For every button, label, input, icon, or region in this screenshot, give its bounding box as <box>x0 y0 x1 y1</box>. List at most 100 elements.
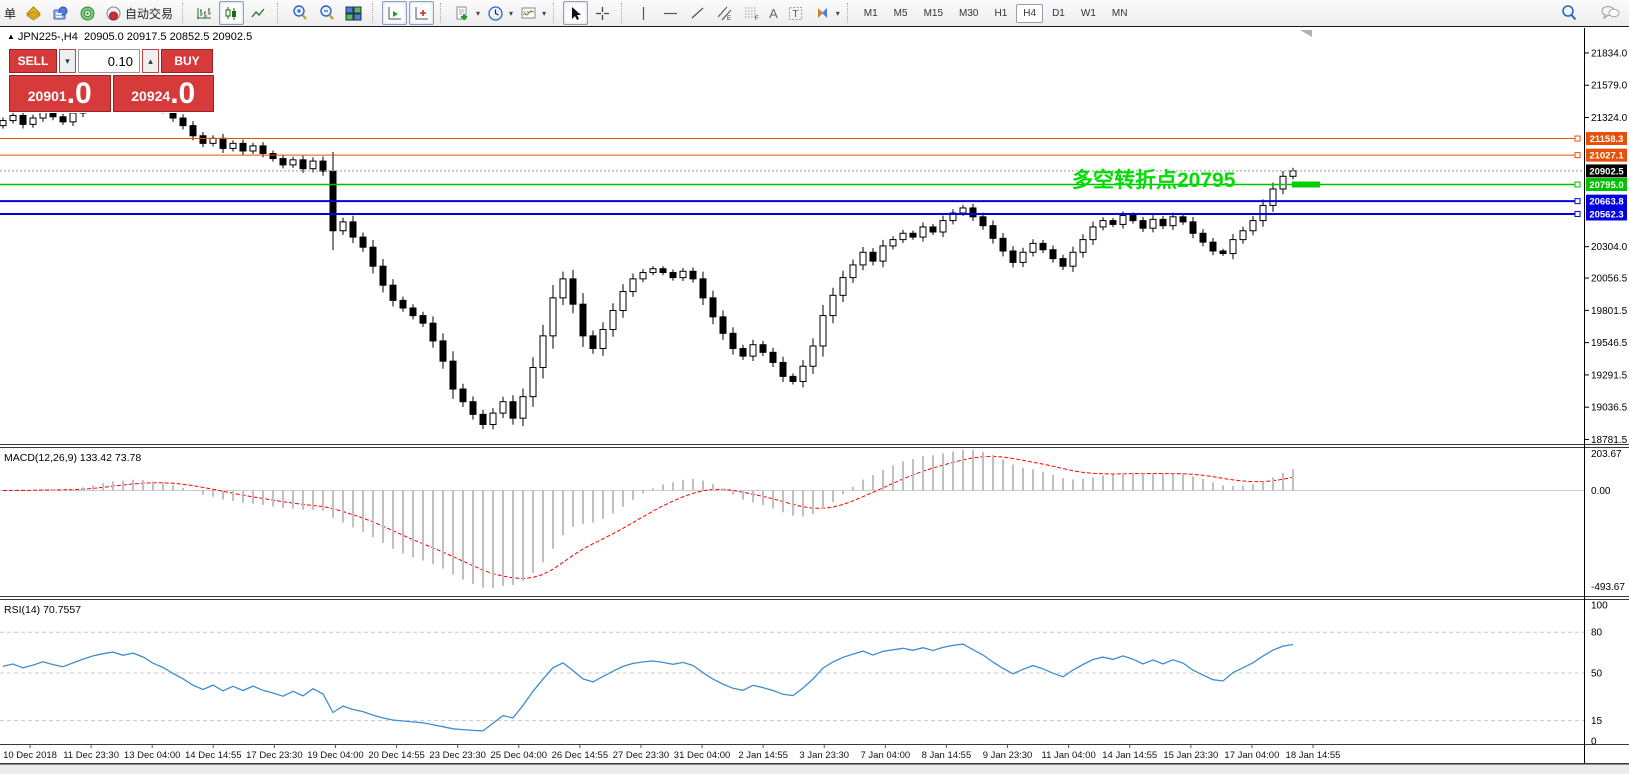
tile-windows-button[interactable] <box>341 1 366 25</box>
candle-body <box>780 362 786 376</box>
candle-body <box>230 143 236 148</box>
candle-body <box>630 279 636 292</box>
lot-size-input[interactable] <box>78 49 140 73</box>
timeframe-M1[interactable]: M1 <box>857 4 885 23</box>
timeframe-H4[interactable]: H4 <box>1016 4 1043 23</box>
templates-caret[interactable]: ▾ <box>542 9 546 18</box>
lot-decrease-button[interactable]: ▾ <box>59 49 76 73</box>
order-book-icon[interactable] <box>21 1 46 25</box>
candle-body <box>1100 221 1106 227</box>
line-handle <box>1575 136 1580 141</box>
timeframe-M30[interactable]: M30 <box>952 4 985 23</box>
candle-body <box>320 161 326 171</box>
candle-body <box>640 273 646 279</box>
text-label-tool[interactable]: T <box>783 1 808 25</box>
toolbar-separator <box>440 3 444 23</box>
zoom-in-button[interactable] <box>287 1 312 25</box>
indicators-caret[interactable]: ▾ <box>476 9 480 18</box>
svg-text:19291.5: 19291.5 <box>1591 370 1628 381</box>
buy-button[interactable]: BUY <box>161 49 213 73</box>
horizontal-line-tool[interactable] <box>658 1 683 25</box>
timeframe-MN[interactable]: MN <box>1105 4 1135 23</box>
chat-icon[interactable] <box>1597 1 1622 25</box>
chart-shift-marker <box>1300 30 1312 37</box>
candle-body <box>210 138 216 143</box>
new-order-button[interactable]: 单 <box>1 1 19 25</box>
candle-body <box>1050 250 1056 259</box>
svg-text:20902.5: 20902.5 <box>1589 166 1624 177</box>
fibonacci-tool[interactable]: F <box>739 1 764 25</box>
svg-text:2 Jan 14:55: 2 Jan 14:55 <box>738 750 788 761</box>
timeframe-H1[interactable]: H1 <box>987 4 1014 23</box>
candle-body <box>580 304 586 336</box>
candle-body <box>790 376 796 381</box>
candle-body <box>570 279 576 304</box>
autoscroll-button[interactable] <box>382 1 407 25</box>
svg-text:20795.0: 20795.0 <box>1589 180 1623 191</box>
candle-body <box>750 345 756 356</box>
timeframe-M5[interactable]: M5 <box>887 4 915 23</box>
svg-text:T: T <box>792 9 798 20</box>
candle-body <box>1090 227 1096 240</box>
search-icon[interactable] <box>1556 1 1581 25</box>
templates-button[interactable] <box>516 1 541 25</box>
equidistant-channel-tool[interactable]: E <box>712 1 737 25</box>
signals-icon[interactable] <box>75 1 100 25</box>
one-click-trading-panel: SELL ▾ ▴ BUY 20901.0 20924.0 <box>8 48 215 113</box>
candle-body <box>410 308 416 316</box>
zoom-out-button[interactable] <box>314 1 339 25</box>
timeframe-W1[interactable]: W1 <box>1074 4 1103 23</box>
candle-body <box>380 266 386 285</box>
line-handle <box>1575 182 1580 187</box>
toolbar-separator <box>372 3 376 23</box>
candle-body <box>350 222 356 237</box>
buy-price-button[interactable]: 20924.0 <box>113 75 215 112</box>
crosshair-button[interactable] <box>590 1 615 25</box>
lot-increase-button[interactable]: ▴ <box>142 49 159 73</box>
candle-body <box>1190 222 1196 233</box>
market-watch-icon[interactable] <box>48 1 73 25</box>
timeframe-M15[interactable]: M15 <box>917 4 950 23</box>
candle-body <box>610 311 616 330</box>
candle-body <box>1220 251 1226 254</box>
candle-body <box>960 208 966 213</box>
autotrading-button[interactable]: 自动交易 <box>101 2 177 24</box>
timeframe-D1[interactable]: D1 <box>1045 4 1072 23</box>
cursor-button[interactable] <box>563 1 588 25</box>
svg-text:19546.5: 19546.5 <box>1591 338 1628 349</box>
periods-button[interactable] <box>483 1 508 25</box>
indicators-button[interactable] <box>450 1 475 25</box>
candle-body <box>1140 221 1146 229</box>
rsi-line <box>3 644 1293 731</box>
chart-canvas[interactable]: 21834.021579.021324.020304.020056.519801… <box>0 27 1629 774</box>
svg-text:15: 15 <box>1591 716 1603 727</box>
macd-pane <box>0 456 1584 578</box>
candle-body <box>660 269 666 273</box>
candle-body <box>890 240 896 246</box>
vertical-line-tool[interactable] <box>631 1 656 25</box>
line-chart-button[interactable] <box>246 1 271 25</box>
candle-body <box>1170 217 1176 226</box>
candlesticks <box>0 84 1296 430</box>
candle-body <box>690 271 696 279</box>
svg-text:7 Jan 04:00: 7 Jan 04:00 <box>861 750 911 761</box>
candle-body <box>680 271 686 277</box>
periods-caret[interactable]: ▾ <box>509 9 513 18</box>
candle-body <box>460 389 466 402</box>
bar-chart-button[interactable] <box>192 1 217 25</box>
text-tool[interactable]: A <box>766 1 781 25</box>
arrows-tool[interactable] <box>810 1 835 25</box>
svg-text:10 Dec 2018: 10 Dec 2018 <box>3 750 57 761</box>
candle-body <box>850 265 856 278</box>
chart-shift-button[interactable] <box>409 1 434 25</box>
arrows-caret[interactable]: ▾ <box>836 9 840 18</box>
candle-body <box>1130 216 1136 221</box>
sell-button[interactable]: SELL <box>9 49 57 73</box>
sell-price-button[interactable]: 20901.0 <box>9 75 111 112</box>
candlestick-chart-button[interactable] <box>219 1 244 25</box>
pivot-annotation[interactable]: 多空转折点20795 <box>1072 164 1235 194</box>
svg-text:0.00: 0.00 <box>1591 486 1611 497</box>
trendline-tool[interactable] <box>685 1 710 25</box>
candle-body <box>510 402 516 418</box>
svg-text:80: 80 <box>1591 628 1603 639</box>
